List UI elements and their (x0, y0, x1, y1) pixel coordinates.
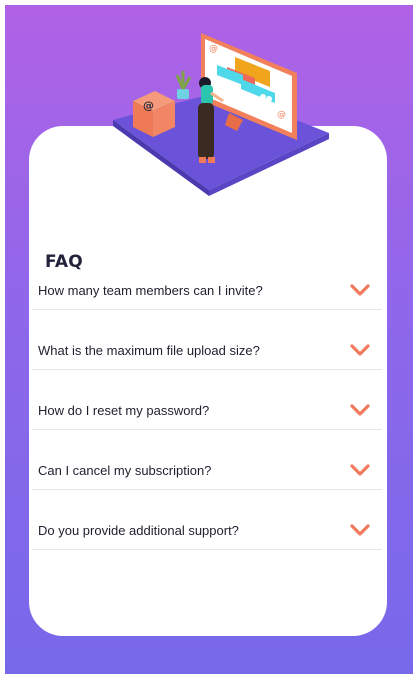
chevron-down-icon[interactable] (350, 283, 370, 297)
faq-question: What is the maximum file upload size? (38, 343, 260, 358)
faq-heading: FAQ (45, 252, 83, 272)
faq-item-reset-password[interactable]: How do I reset my password? (32, 392, 382, 452)
faq-item-upload-size[interactable]: What is the maximum file upload size? (32, 332, 382, 392)
chevron-down-icon[interactable] (350, 343, 370, 357)
chevron-down-icon[interactable] (350, 523, 370, 537)
faq-item-additional-support[interactable]: Do you provide additional support? (32, 512, 382, 572)
divider (32, 309, 382, 310)
faq-question: Can I cancel my subscription? (38, 463, 212, 478)
faq-item-cancel-subscription[interactable]: Can I cancel my subscription? (32, 452, 382, 512)
divider (32, 429, 382, 430)
chevron-down-icon[interactable] (350, 463, 370, 477)
chevron-down-icon[interactable] (350, 403, 370, 417)
svg-text:@: @ (209, 44, 218, 54)
divider (32, 369, 382, 370)
divider (32, 549, 382, 550)
divider (32, 489, 382, 490)
faq-question: Do you provide additional support? (38, 523, 239, 538)
faq-item-team-members[interactable]: How many team members can I invite? (32, 272, 382, 332)
svg-text:@: @ (143, 99, 154, 112)
faq-question: How do I reset my password? (38, 403, 210, 418)
faq-question: How many team members can I invite? (38, 283, 263, 298)
svg-text:@: @ (277, 110, 286, 120)
faq-list: How many team members can I invite? What… (32, 272, 382, 572)
